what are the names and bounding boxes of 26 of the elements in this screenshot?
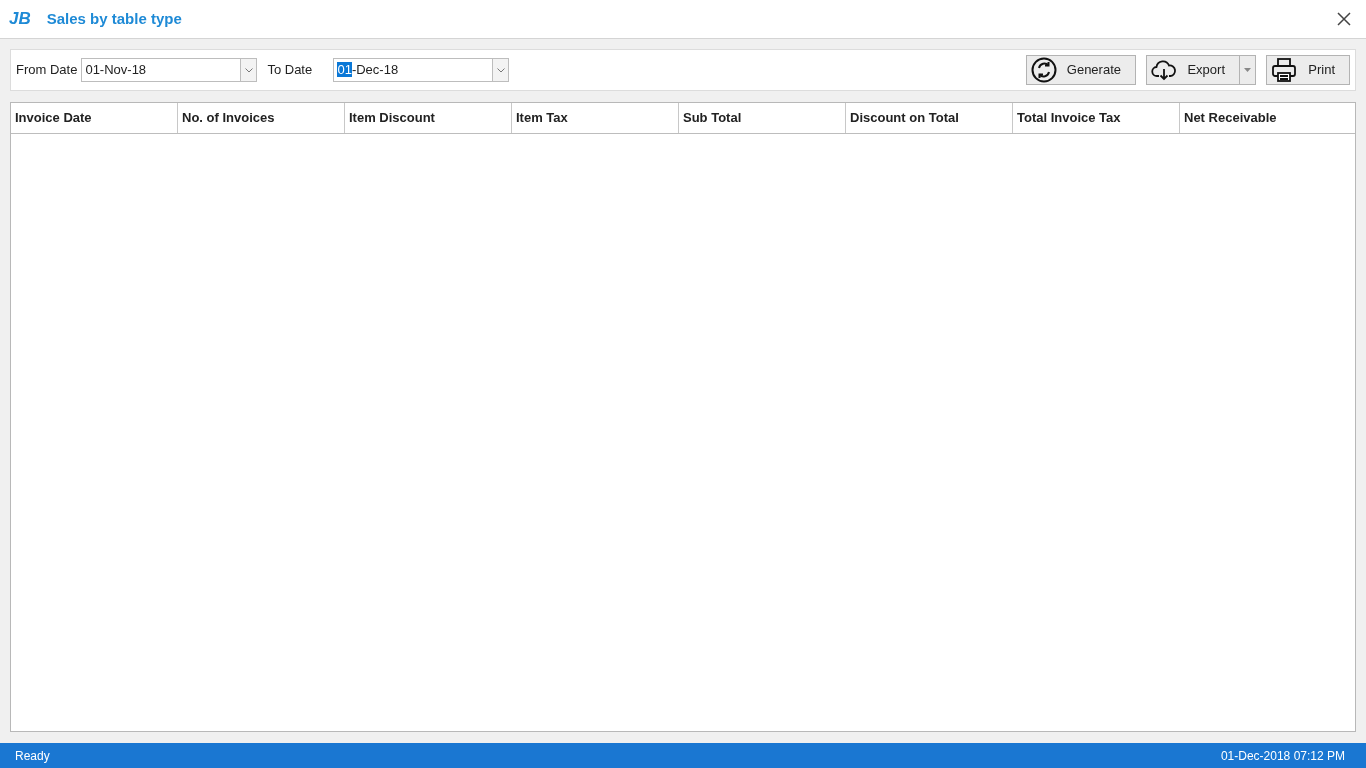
export-button[interactable]: Export: [1147, 56, 1239, 84]
chevron-down-icon: [244, 67, 253, 73]
generate-button[interactable]: Generate: [1027, 56, 1135, 84]
refresh-icon: [1031, 57, 1057, 83]
column-header[interactable]: Total Invoice Tax: [1013, 103, 1180, 133]
status-text: Ready: [15, 747, 50, 765]
caret-icon: [1244, 68, 1251, 72]
column-header[interactable]: Item Tax: [512, 103, 679, 133]
date-value: 01-Nov-18: [84, 61, 148, 80]
column-header[interactable]: No. of Invoices: [178, 103, 345, 133]
print-button[interactable]: Print: [1267, 56, 1349, 84]
field-label: From Date: [16, 61, 78, 80]
app-logo: JB: [9, 8, 31, 31]
column-header[interactable]: Net Receivable: [1180, 103, 1347, 133]
column-header[interactable]: Sub Total: [679, 103, 846, 133]
column-header[interactable]: Invoice Date: [11, 103, 178, 133]
close-icon: [1337, 12, 1351, 26]
column-header[interactable]: Item Discount: [345, 103, 512, 133]
status-datetime: 01-Dec-2018 07:12 PM: [1220, 747, 1345, 765]
date-dropdown[interactable]: 01-Nov-18: [81, 58, 258, 82]
chevron-down-icon: [496, 67, 505, 73]
printer-icon: [1271, 57, 1297, 83]
field-label: To Date: [267, 61, 314, 80]
window-title: Sales by table type: [46, 8, 182, 29]
column-header[interactable]: Discount on Total: [846, 103, 1013, 133]
cloud-download-icon: [1151, 59, 1177, 81]
